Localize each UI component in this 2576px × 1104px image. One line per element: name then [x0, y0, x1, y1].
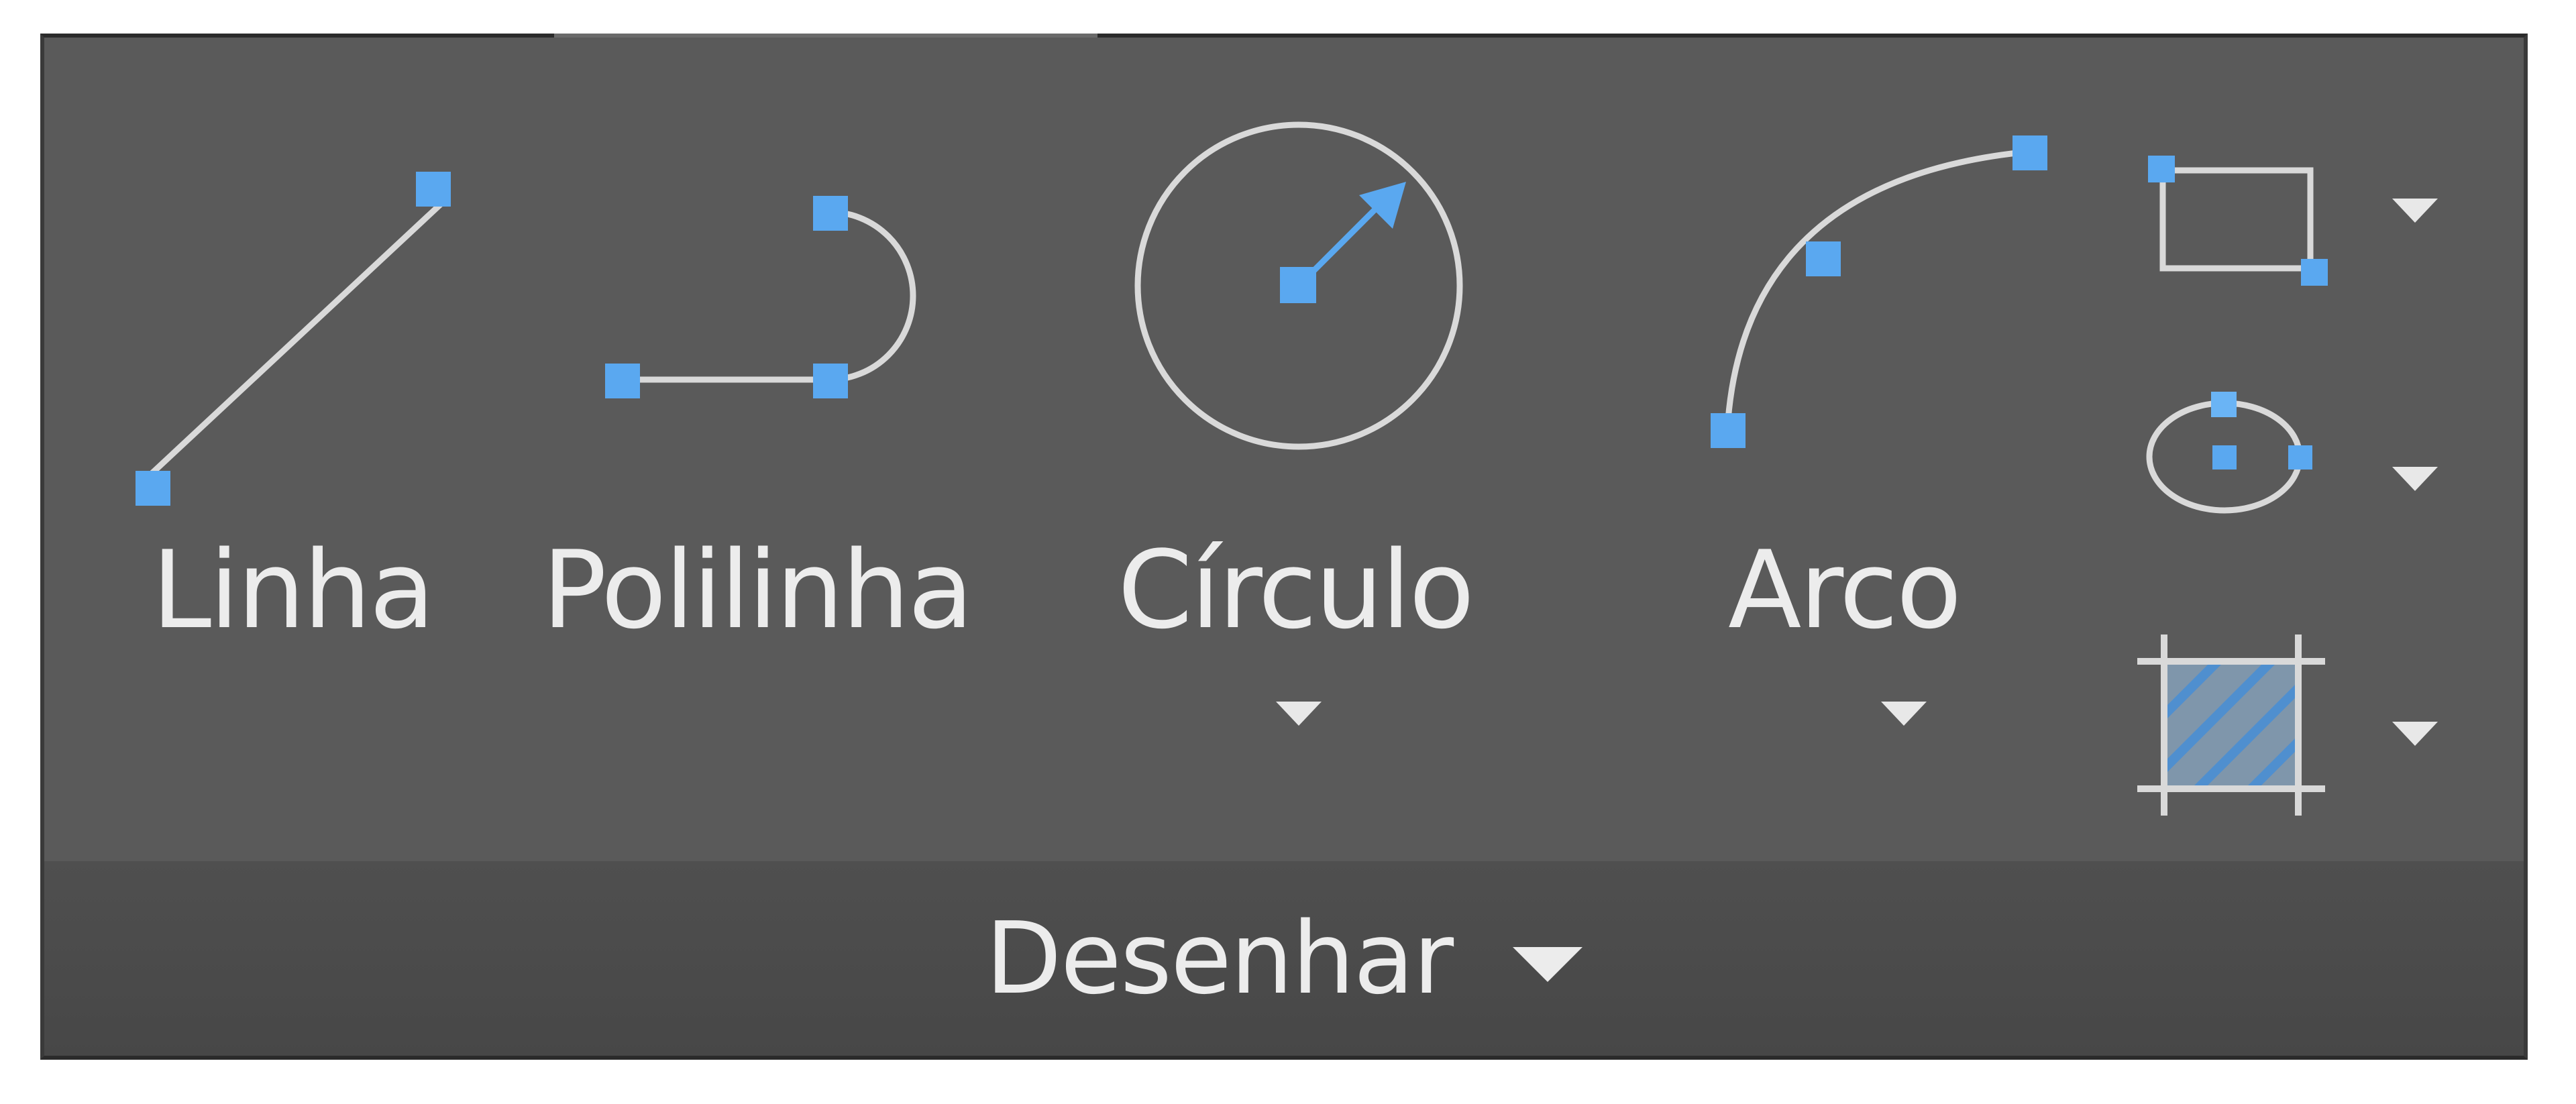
line-icon: [136, 172, 451, 506]
hatch-dropdown-caret[interactable]: [2392, 722, 2438, 746]
ellipse-icon: [2146, 392, 2312, 514]
polyline-button[interactable]: Polilinha: [514, 98, 1024, 702]
polyline-label: Polilinha: [542, 527, 973, 653]
circle-button[interactable]: Círculo: [1091, 98, 1601, 769]
panel-expand-arrow-icon: [1513, 947, 1583, 982]
circle-dropdown-caret[interactable]: [1276, 702, 1322, 726]
circle-icon: [1134, 121, 1463, 450]
hatch-button[interactable]: [2137, 634, 2486, 836]
arc-dropdown-caret[interactable]: [1881, 702, 1927, 726]
panel-footer[interactable]: Desenhar: [44, 861, 2524, 1056]
rectangle-icon: [2148, 156, 2328, 286]
rectangle-dropdown-caret[interactable]: [2392, 199, 2438, 223]
arc-button[interactable]: Arco: [1668, 98, 2110, 769]
ellipse-button[interactable]: [2137, 386, 2486, 601]
hatch-icon: [2137, 634, 2325, 816]
arc-icon: [1711, 135, 2047, 448]
panel-top-highlight: [554, 34, 1097, 38]
circle-label: Círculo: [1118, 527, 1474, 653]
line-label: Linha: [152, 527, 435, 653]
ellipse-dropdown-caret[interactable]: [2392, 467, 2438, 491]
panel-title: Desenhar: [985, 901, 1454, 1016]
arc-label: Arco: [1728, 527, 1962, 653]
polyline-icon: [605, 196, 916, 398]
line-button[interactable]: Linha: [85, 98, 514, 702]
draw-panel: Linha Polilinha Círculo Arco Desenhar: [40, 34, 2528, 1060]
rectangle-button[interactable]: [2137, 138, 2486, 353]
